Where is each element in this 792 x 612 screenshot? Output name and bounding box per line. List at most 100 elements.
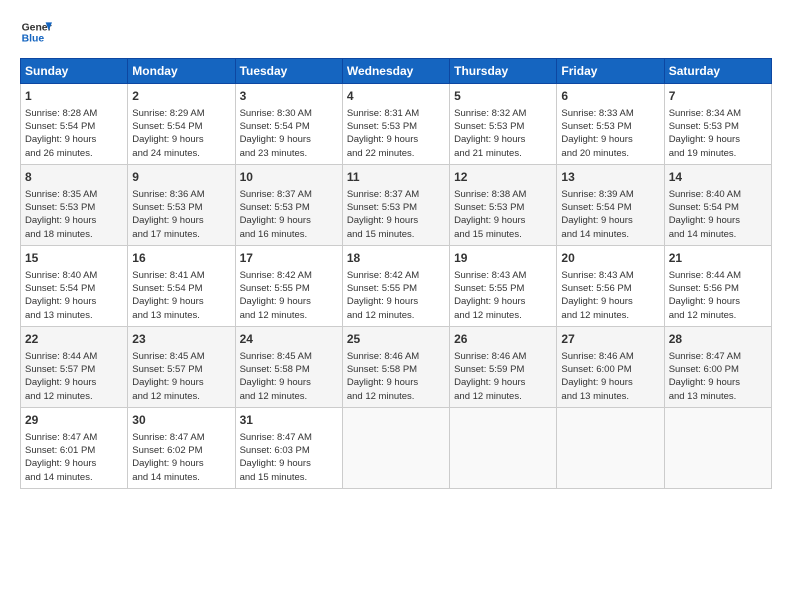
cell-info-line: Sunset: 5:54 PM	[132, 282, 230, 295]
calendar-cell: 24Sunrise: 8:45 AMSunset: 5:58 PMDayligh…	[235, 326, 342, 407]
day-number: 12	[454, 169, 552, 186]
week-row-2: 8Sunrise: 8:35 AMSunset: 5:53 PMDaylight…	[21, 164, 772, 245]
cell-info-line: and 13 minutes.	[25, 309, 123, 322]
calendar-cell: 21Sunrise: 8:44 AMSunset: 5:56 PMDayligh…	[664, 245, 771, 326]
cell-info-line: and 26 minutes.	[25, 147, 123, 160]
cell-info-line: Daylight: 9 hours	[669, 295, 767, 308]
cell-info-line: Sunrise: 8:46 AM	[561, 350, 659, 363]
calendar-cell: 11Sunrise: 8:37 AMSunset: 5:53 PMDayligh…	[342, 164, 449, 245]
cell-info-line: and 17 minutes.	[132, 228, 230, 241]
calendar-cell: 31 Sunrise: 8:47 AMSunset: 6:03 PMDayligh…	[235, 407, 342, 488]
cell-info-line: Sunset: 6:03 PM	[240, 444, 338, 457]
cell-info-line: Daylight: 9 hours	[347, 295, 445, 308]
cell-info-line: Daylight: 9 hours	[132, 133, 230, 146]
cell-info-line: Sunrise: 8:31 AM	[347, 107, 445, 120]
cell-info-line: Sunset: 6:00 PM	[669, 363, 767, 376]
cell-info-line: Daylight: 9 hours	[347, 133, 445, 146]
cell-info-line: Sunrise: 8:40 AM	[669, 188, 767, 201]
cell-info-line: Daylight: 9 hours	[561, 133, 659, 146]
cell-info-line: Sunset: 5:53 PM	[454, 201, 552, 214]
cell-info-line: Daylight: 9 hours	[347, 376, 445, 389]
calendar-cell	[557, 407, 664, 488]
cell-info-line: Sunset: 5:57 PM	[25, 363, 123, 376]
cell-info-line: Sunrise: 8:38 AM	[454, 188, 552, 201]
cell-info-line: Sunrise: 8:39 AM	[561, 188, 659, 201]
cell-info-line: Sunset: 5:55 PM	[454, 282, 552, 295]
cell-info-line: and 12 minutes.	[132, 390, 230, 403]
calendar-cell	[450, 407, 557, 488]
cell-info-line: Sunrise: 8:47 AM	[240, 431, 338, 444]
cell-info-line: Daylight: 9 hours	[240, 457, 338, 470]
header-cell-wednesday: Wednesday	[342, 59, 449, 84]
cell-info-line: Sunrise: 8:34 AM	[669, 107, 767, 120]
day-number: 3	[240, 88, 338, 105]
cell-info-line: and 14 minutes.	[132, 471, 230, 484]
cell-info-line: Daylight: 9 hours	[454, 376, 552, 389]
calendar-cell: 22Sunrise: 8:44 AMSunset: 5:57 PMDayligh…	[21, 326, 128, 407]
cell-info-line: Sunset: 5:59 PM	[454, 363, 552, 376]
calendar-cell: 10Sunrise: 8:37 AMSunset: 5:53 PMDayligh…	[235, 164, 342, 245]
calendar-cell: 27Sunrise: 8:46 AMSunset: 6:00 PMDayligh…	[557, 326, 664, 407]
cell-info-line: and 23 minutes.	[240, 147, 338, 160]
calendar-cell: 14Sunrise: 8:40 AMSunset: 5:54 PMDayligh…	[664, 164, 771, 245]
logo-icon: General Blue	[20, 16, 52, 48]
cell-info-line: Daylight: 9 hours	[454, 214, 552, 227]
day-number: 16	[132, 250, 230, 267]
cell-info-line: and 13 minutes.	[561, 390, 659, 403]
cell-info-line: and 12 minutes.	[240, 390, 338, 403]
cell-info-line: Daylight: 9 hours	[25, 376, 123, 389]
day-number: 22	[25, 331, 123, 348]
cell-info-line: Sunset: 5:54 PM	[132, 120, 230, 133]
cell-info-line: Sunset: 6:00 PM	[561, 363, 659, 376]
calendar-cell: 9Sunrise: 8:36 AMSunset: 5:53 PMDaylight…	[128, 164, 235, 245]
day-number: 24	[240, 331, 338, 348]
cell-info-line: Daylight: 9 hours	[132, 214, 230, 227]
calendar-cell: 5Sunrise: 8:32 AMSunset: 5:53 PMDaylight…	[450, 84, 557, 165]
cell-info-line: Sunrise: 8:29 AM	[132, 107, 230, 120]
cell-info-line: Daylight: 9 hours	[25, 457, 123, 470]
cell-info-line: and 12 minutes.	[347, 390, 445, 403]
cell-info-line: Sunrise: 8:47 AM	[132, 431, 230, 444]
day-number: 23	[132, 331, 230, 348]
cell-info-line: Daylight: 9 hours	[454, 133, 552, 146]
cell-info-line: Daylight: 9 hours	[25, 295, 123, 308]
cell-info-line: Sunset: 6:01 PM	[25, 444, 123, 457]
cell-info-line: Daylight: 9 hours	[561, 295, 659, 308]
cell-info-line: Sunset: 5:53 PM	[561, 120, 659, 133]
cell-info-line: and 12 minutes.	[561, 309, 659, 322]
cell-info-line: Sunset: 5:58 PM	[240, 363, 338, 376]
page: General Blue SundayMondayTuesdayWednesda…	[0, 0, 792, 612]
day-number: 31	[240, 412, 338, 429]
cell-info-line: Sunset: 5:56 PM	[669, 282, 767, 295]
header-cell-friday: Friday	[557, 59, 664, 84]
cell-info-line: and 20 minutes.	[561, 147, 659, 160]
calendar-cell: 4Sunrise: 8:31 AMSunset: 5:53 PMDaylight…	[342, 84, 449, 165]
calendar-cell: 12 Sunrise: 8:38 AMSunset: 5:53 PMDayligh…	[450, 164, 557, 245]
day-number: 18	[347, 250, 445, 267]
week-row-5: 29Sunrise: 8:47 AMSunset: 6:01 PMDayligh…	[21, 407, 772, 488]
day-number: 14	[669, 169, 767, 186]
cell-info-line: Sunset: 5:54 PM	[240, 120, 338, 133]
cell-info-line: and 13 minutes.	[669, 390, 767, 403]
day-number: 4	[347, 88, 445, 105]
day-number: 5	[454, 88, 552, 105]
day-number: 25	[347, 331, 445, 348]
cell-info-line: Sunset: 5:53 PM	[132, 201, 230, 214]
cell-info-line: Sunrise: 8:42 AM	[347, 269, 445, 282]
cell-info-line: Daylight: 9 hours	[669, 376, 767, 389]
day-number: 10	[240, 169, 338, 186]
calendar-cell: 30Sunrise: 8:47 AMSunset: 6:02 PMDayligh…	[128, 407, 235, 488]
cell-info-line: Sunrise: 8:35 AM	[25, 188, 123, 201]
cell-info-line: and 15 minutes.	[347, 228, 445, 241]
cell-info-line: Sunset: 5:53 PM	[240, 201, 338, 214]
cell-info-line: Sunrise: 8:47 AM	[669, 350, 767, 363]
week-row-3: 15Sunrise: 8:40 AMSunset: 5:54 PMDayligh…	[21, 245, 772, 326]
cell-info-line: and 13 minutes.	[132, 309, 230, 322]
cell-info-line: Sunset: 5:57 PM	[132, 363, 230, 376]
header: General Blue	[20, 16, 772, 48]
cell-info-line: and 14 minutes.	[25, 471, 123, 484]
cell-info-line: Sunrise: 8:36 AM	[132, 188, 230, 201]
cell-info-line: and 15 minutes.	[240, 471, 338, 484]
day-number: 30	[132, 412, 230, 429]
cell-info-line: Sunrise: 8:44 AM	[669, 269, 767, 282]
